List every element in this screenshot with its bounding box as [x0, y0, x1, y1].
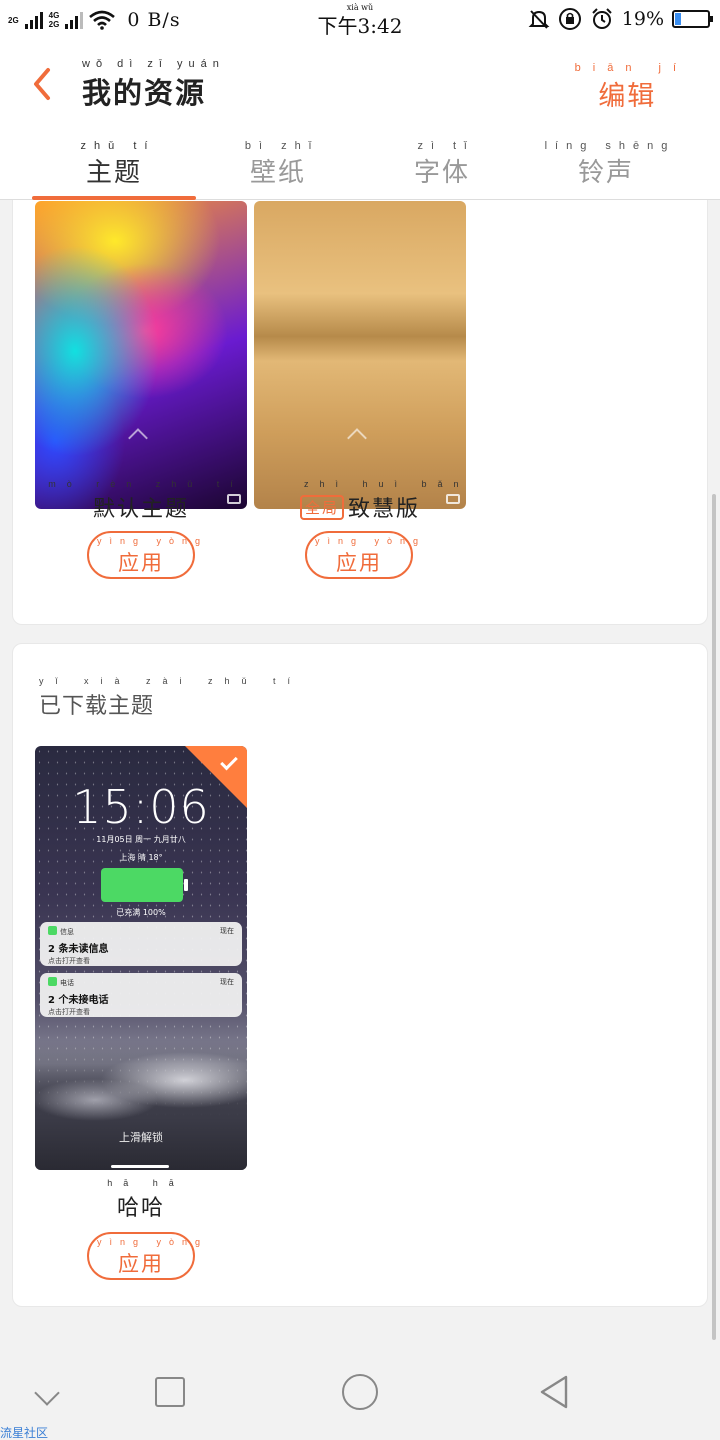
theme-name-default: mò rèn zhǔ tí 默认主题	[35, 479, 247, 523]
notification-header: 电话 现在	[48, 977, 234, 988]
mountain-background	[35, 1040, 247, 1170]
preview-battery-icon	[101, 868, 188, 902]
apply-label: 应用	[118, 1252, 164, 1276]
page-title-text: 我的资源	[82, 76, 207, 110]
message-icon	[48, 926, 57, 935]
apply-pinyin: yìng yòng	[97, 536, 209, 546]
watermark: 流星社区	[0, 1426, 49, 1440]
selected-corner	[185, 746, 247, 808]
tab-pinyin: zhǔ tí	[80, 140, 156, 152]
notification-sub: 点击打开查看	[48, 1008, 90, 1016]
notification-title: 2 条未读信息	[48, 944, 109, 955]
back-icon[interactable]	[538, 1374, 570, 1410]
theme-name-zhihui: zhì huì bǎn 全局 致慧版	[254, 479, 466, 523]
section-title: yǐ xià zài zhǔ tí 已下载主题	[39, 676, 302, 720]
preview-date: 11月05日 周一 九月廿八	[96, 835, 186, 844]
preview-unlock-hint: 上滑解锁	[119, 1131, 163, 1144]
tab-wallpapers[interactable]: bì zhǐ 壁纸	[188, 140, 368, 189]
tab-label: 字体	[413, 158, 470, 188]
theme-name-haha: hā hā 哈哈	[35, 1178, 247, 1222]
theme-name-pinyin: hā hā	[107, 1178, 185, 1188]
tab-label: 壁纸	[249, 158, 306, 188]
tab-label: 主题	[85, 158, 142, 188]
app-header: wǒ dì zī yuán 我的资源 biān jí 编辑	[0, 40, 720, 130]
rotation-lock-icon	[558, 8, 581, 30]
home-icon[interactable]	[342, 1374, 378, 1410]
preview-notification: 信息 现在 2 条未读信息 点击打开查看	[40, 922, 242, 966]
theme-name-pinyin: zhì huì bǎn	[304, 479, 470, 489]
battery-fill	[675, 13, 682, 25]
notification-header: 信息 现在	[48, 926, 234, 937]
navigation-bar	[0, 1340, 720, 1440]
apply-label: 应用	[336, 551, 382, 575]
apply-button[interactable]: yìng yòng 应用	[87, 531, 209, 579]
status-right: 19%	[528, 6, 713, 32]
tab-pinyin: bì zhǐ	[244, 140, 320, 152]
notification-title: 2 个未接电话	[48, 995, 109, 1006]
tab-pinyin: líng shēng	[544, 140, 676, 152]
phone-icon	[48, 977, 57, 986]
mute-icon	[528, 10, 550, 29]
content-scroll[interactable]: mò rèn zhǔ tí 默认主题 zhì huì bǎn 全局 致慧版 yìn…	[0, 200, 720, 1340]
apply-label: 应用	[118, 551, 164, 575]
preview-notification: 电话 现在 2 个未接电话 点击打开查看	[40, 973, 242, 1017]
theme-name-text: 哈哈	[116, 1196, 165, 1221]
tab-ringtones[interactable]: líng shēng 铃声	[516, 140, 696, 189]
edit-label: 编辑	[598, 81, 657, 112]
section-title-text: 已下载主题	[39, 694, 155, 719]
clock-time: 下午3:42	[317, 14, 403, 38]
edit-button[interactable]: biān jí 编辑	[567, 62, 688, 113]
apply-pinyin: yìng yòng	[315, 536, 427, 546]
recents-icon[interactable]	[155, 1377, 185, 1407]
tab-pinyin: zì tǐ	[417, 140, 475, 152]
preview-charged: 已充满 100%	[116, 908, 166, 917]
apply-button[interactable]: yìng yòng 应用	[305, 531, 427, 579]
notification-sub: 点击打开查看	[48, 957, 90, 965]
theme-thumbnail-default[interactable]	[35, 201, 247, 509]
theme-name-text: 默认主题	[92, 497, 189, 522]
tab-themes[interactable]: zhǔ tí 主题	[24, 140, 204, 189]
preview-home-bar	[111, 1165, 169, 1168]
notification-app: 信息	[60, 928, 74, 936]
hide-nav-icon[interactable]	[34, 1380, 60, 1406]
scrollbar[interactable]	[712, 494, 716, 1340]
page-title: wǒ dì zī yuán 我的资源	[82, 58, 225, 112]
preset-themes-card: mò rèn zhǔ tí 默认主题 zhì huì bǎn 全局 致慧版 yìn…	[12, 200, 708, 625]
theme-thumbnail-zhihui[interactable]	[254, 201, 466, 509]
edit-pinyin: biān jí	[574, 62, 688, 74]
theme-name-label: 致慧版	[348, 497, 421, 522]
theme-thumbnail-haha[interactable]: 15:06 11月05日 周一 九月廿八 上海 晴 18° 已充满 100% 信…	[35, 746, 247, 1170]
downloaded-themes-card: yǐ xià zài zhǔ tí 已下载主题 15:06 11月05日 周一 …	[12, 643, 708, 1307]
theme-name-text: 全局 致慧版	[299, 495, 421, 522]
theme-name-pinyin: mò rèn zhǔ tí	[48, 479, 244, 489]
tab-label: 铃声	[577, 158, 634, 188]
apply-pinyin: yìng yòng	[97, 1237, 209, 1247]
swipe-up-icon	[128, 428, 148, 448]
notification-time: 现在	[220, 978, 234, 986]
notification-time: 现在	[220, 927, 234, 935]
tab-bar: zhǔ tí 主题 bì zhǐ 壁纸 zì tǐ 字体 líng shēng …	[0, 130, 720, 200]
status-bar: 2G 4G 2G 0 B/s xià wǔ 下午3:42 19%	[0, 0, 720, 40]
notification-app: 电话	[60, 979, 74, 987]
section-title-pinyin: yǐ xià zài zhǔ tí	[39, 676, 303, 686]
battery-percent: 19%	[621, 8, 664, 30]
preview-weather: 上海 晴 18°	[119, 853, 163, 862]
back-arrow-icon[interactable]	[28, 64, 58, 104]
swipe-up-icon	[347, 428, 367, 448]
tab-fonts[interactable]: zì tǐ 字体	[352, 140, 532, 189]
alarm-icon	[592, 8, 612, 29]
page-title-pinyin: wǒ dì zī yuán	[82, 58, 225, 70]
screen: 2G 4G 2G 0 B/s xià wǔ 下午3:42 19% wǒ dì z…	[0, 0, 720, 1440]
global-badge: 全局	[299, 495, 344, 520]
battery-icon	[672, 10, 713, 28]
apply-button[interactable]: yìng yòng 应用	[87, 1232, 209, 1280]
